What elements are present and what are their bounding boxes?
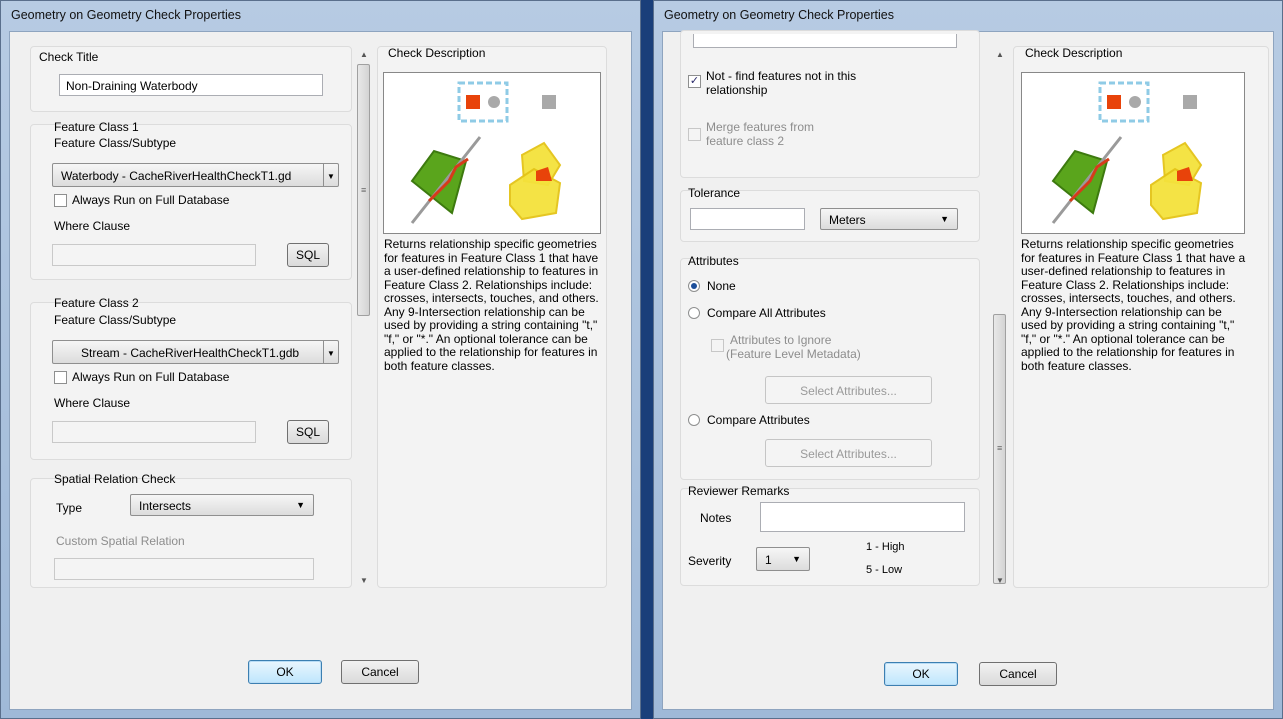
tolerance-unit-select[interactable]: Meters ▼ — [820, 208, 958, 230]
notes-input[interactable] — [760, 502, 965, 532]
compare-attributes-label: Compare Attributes — [707, 413, 810, 427]
select-attributes-button-1[interactable]: Select Attributes... — [765, 376, 932, 404]
vertical-scrollbar[interactable]: ▲ ≡ ▼ — [356, 46, 372, 590]
fc1-subtype-select[interactable]: Waterbody - CacheRiverHealthCheckT1.gd ▼ — [52, 163, 339, 187]
fc1-subtype-label: Feature Class/Subtype — [54, 136, 177, 150]
dialog-title: Geometry on Geometry Check Properties — [11, 8, 241, 22]
grip-icon: ≡ — [361, 185, 367, 195]
fc2-always-run-checkbox[interactable] — [54, 371, 67, 384]
merge-features-checkbox[interactable] — [688, 128, 701, 141]
custom-spatial-relation-input[interactable] — [54, 558, 314, 580]
compare-attributes-radio[interactable] — [688, 414, 700, 426]
fc2-subtype-value: Stream - CacheRiverHealthCheckT1.gdb — [81, 346, 300, 360]
spatial-type-select[interactable]: Intersects ▼ — [130, 494, 314, 516]
vertical-scrollbar[interactable]: ▲ ≡ ▼ — [992, 46, 1008, 590]
merge-features-label-line2: feature class 2 — [706, 134, 785, 148]
chevron-down-icon: ▼ — [792, 554, 801, 564]
check-description-text: Returns relationship specific geometries… — [1021, 237, 1246, 373]
compare-all-radio[interactable] — [688, 307, 700, 319]
scroll-up-icon[interactable]: ▲ — [360, 50, 368, 59]
attributes-none-radio[interactable] — [688, 280, 700, 292]
ok-button[interactable]: OK — [248, 660, 322, 684]
fc2-subtype-select[interactable]: Stream - CacheRiverHealthCheckT1.gdb ▼ — [52, 340, 339, 364]
fc1-subtype-value: Waterbody - CacheRiverHealthCheckT1.gd — [61, 169, 292, 183]
options-group — [680, 30, 980, 178]
scrollbar-thumb[interactable]: ≡ — [993, 314, 1006, 584]
select-attributes-button-2[interactable]: Select Attributes... — [765, 439, 932, 467]
relationship-diagram-icon — [1051, 81, 1203, 224]
dialog-title: Geometry on Geometry Check Properties — [664, 8, 894, 22]
check-description-label: Check Description — [1025, 46, 1123, 60]
tolerance-input[interactable] — [690, 208, 805, 230]
scrolled-input[interactable] — [693, 34, 957, 48]
attributes-to-ignore-line2: (Feature Level Metadata) — [726, 347, 861, 361]
severity-low-label: 5 - Low — [866, 564, 903, 576]
description-illustration — [383, 72, 601, 234]
dialog-client: Check Title Non-Draining Waterbody Featu… — [9, 31, 632, 710]
chevron-down-icon: ▼ — [323, 164, 338, 186]
fc1-where-input[interactable] — [52, 244, 256, 266]
check-title-input[interactable]: Non-Draining Waterbody — [59, 74, 323, 96]
ok-button[interactable]: OK — [884, 662, 958, 686]
scroll-down-icon[interactable]: ▼ — [996, 576, 1004, 585]
reviewer-remarks-label: Reviewer Remarks — [688, 484, 790, 498]
chevron-down-icon: ▼ — [296, 500, 305, 510]
check-description-text: Returns relationship specific geometries… — [384, 237, 599, 373]
fc2-where-input[interactable] — [52, 421, 256, 443]
chevron-down-icon: ▼ — [323, 341, 338, 363]
fc2-always-run-label: Always Run on Full Database — [72, 370, 230, 384]
not-find-label-line1: Not - find features not in this — [706, 69, 857, 83]
severity-value: 1 — [765, 553, 772, 567]
severity-label: Severity — [688, 554, 732, 568]
fc2-sql-button[interactable]: SQL — [287, 420, 329, 444]
severity-high-label: 1 - High — [866, 541, 905, 553]
right-dialog-window: Geometry on Geometry Check Properties ✓ … — [653, 0, 1283, 719]
dialog-client: ✓ Not - find features not in this relati… — [662, 30, 1274, 710]
left-dialog-window: Geometry on Geometry Check Properties Ch… — [0, 0, 641, 719]
cancel-button[interactable]: Cancel — [341, 660, 419, 684]
chevron-down-icon: ▼ — [940, 214, 949, 224]
spatial-type-value: Intersects — [139, 499, 192, 513]
feature-class-1-label: Feature Class 1 — [54, 120, 139, 134]
scroll-down-icon[interactable]: ▼ — [360, 576, 368, 585]
compare-all-label: Compare All Attributes — [707, 306, 826, 320]
scrollbar-thumb[interactable]: ≡ — [357, 64, 370, 316]
check-description-label: Check Description — [388, 46, 486, 60]
spatial-relation-label: Spatial Relation Check — [54, 472, 176, 486]
tolerance-unit-value: Meters — [829, 213, 866, 227]
scroll-up-icon[interactable]: ▲ — [996, 50, 1004, 59]
feature-class-2-label: Feature Class 2 — [54, 296, 139, 310]
tolerance-label: Tolerance — [688, 186, 741, 200]
spatial-type-label: Type — [56, 501, 83, 515]
cancel-button[interactable]: Cancel — [979, 662, 1057, 686]
fc1-always-run-checkbox[interactable] — [54, 194, 67, 207]
fc1-where-label: Where Clause — [54, 219, 131, 233]
merge-features-label-line1: Merge features from — [706, 120, 815, 134]
custom-spatial-relation-label: Custom Spatial Relation — [56, 534, 185, 548]
attributes-label: Attributes — [688, 254, 739, 268]
notes-label: Notes — [700, 511, 732, 525]
not-find-label-line2: relationship — [706, 83, 768, 97]
attributes-to-ignore-checkbox[interactable] — [711, 339, 724, 352]
severity-select[interactable]: 1 ▼ — [756, 547, 810, 571]
relationship-diagram-icon — [410, 81, 562, 224]
fc1-always-run-label: Always Run on Full Database — [72, 193, 230, 207]
not-find-checkbox[interactable]: ✓ — [688, 75, 701, 88]
attributes-none-label: None — [707, 279, 736, 293]
check-title-label: Check Title — [39, 50, 99, 64]
description-illustration — [1021, 72, 1245, 234]
fc2-where-label: Where Clause — [54, 396, 131, 410]
fc2-subtype-label: Feature Class/Subtype — [54, 313, 177, 327]
attributes-to-ignore-line1: Attributes to Ignore — [730, 333, 832, 347]
fc1-sql-button[interactable]: SQL — [287, 243, 329, 267]
grip-icon: ≡ — [997, 443, 1003, 453]
